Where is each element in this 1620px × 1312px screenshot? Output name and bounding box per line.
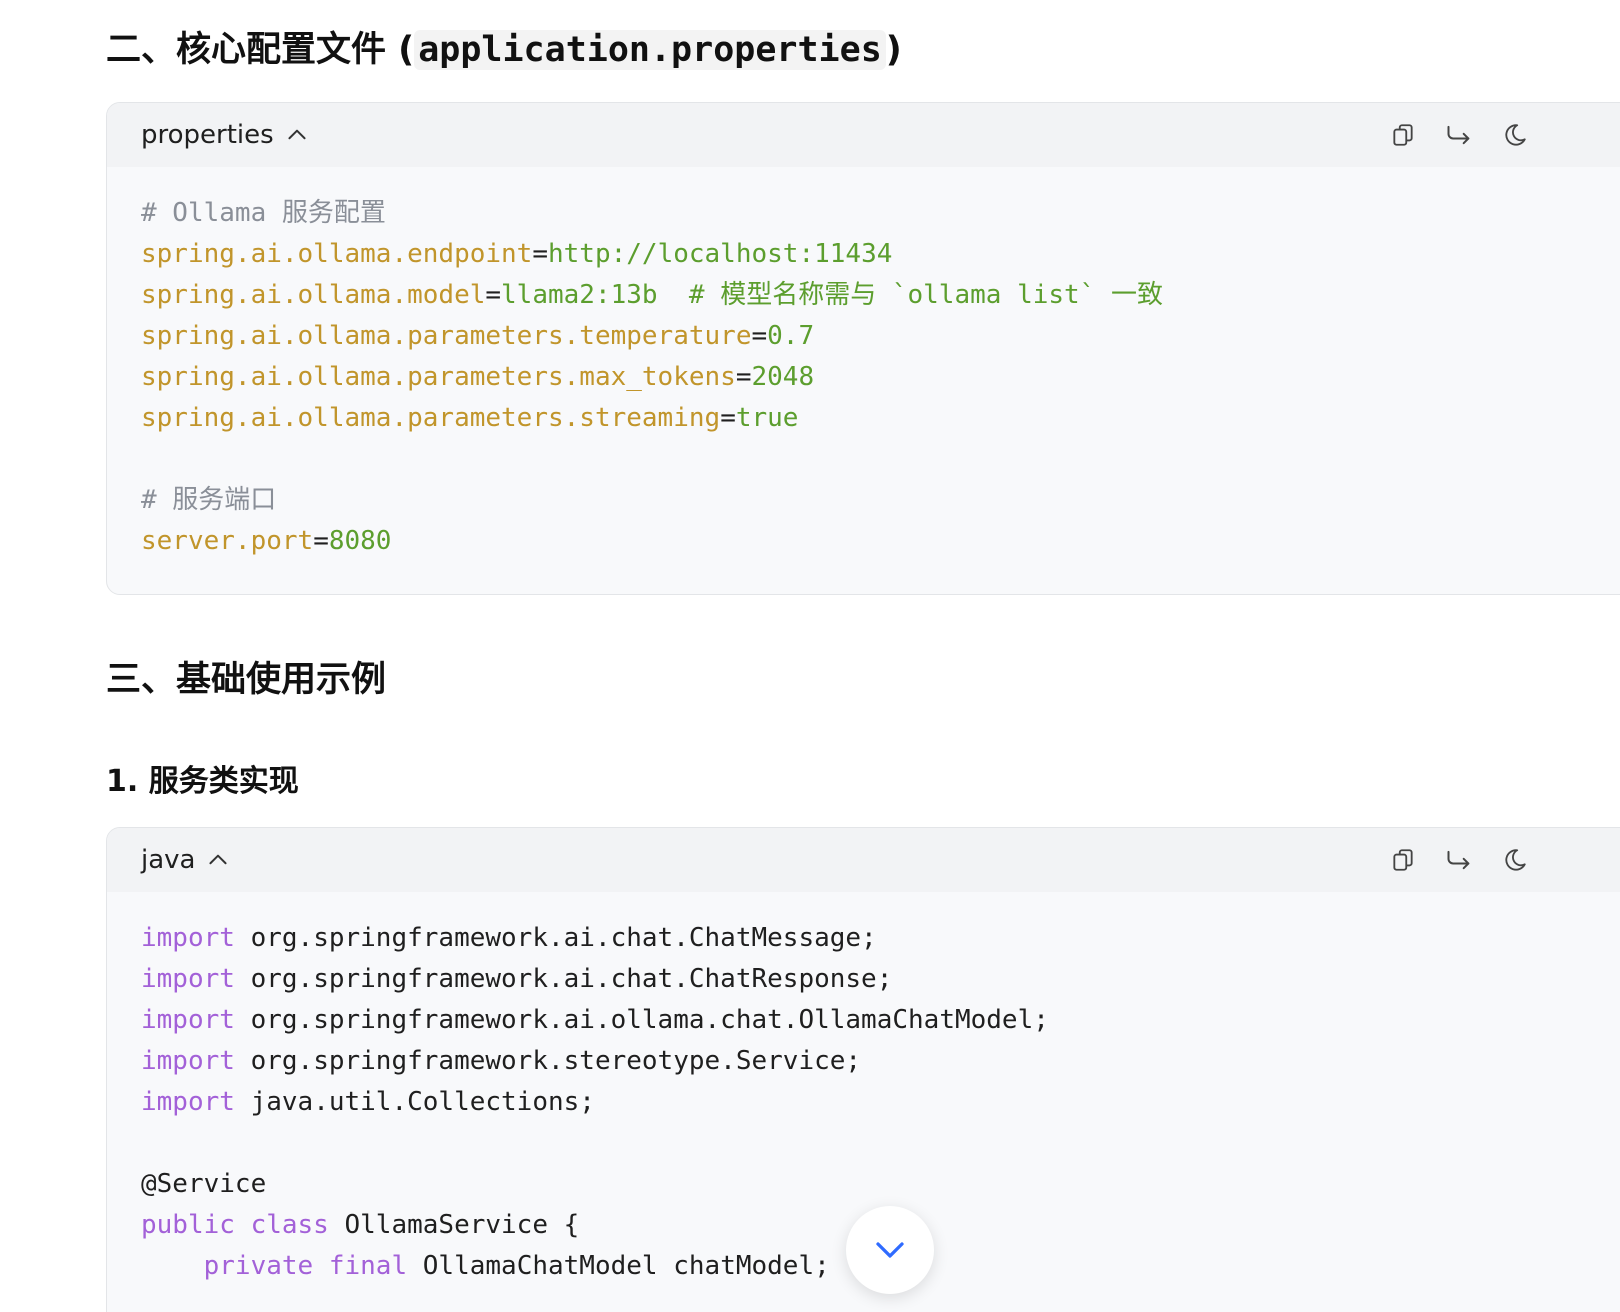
code-toolbar	[1389, 103, 1529, 167]
code-line: server.port=8080	[141, 521, 1613, 562]
moon-icon	[1505, 849, 1526, 871]
code-comment: # 服务端口	[141, 485, 277, 515]
code-text: org.springframework.ai.ollama.chat.Ollam…	[234, 1005, 1049, 1035]
property-value: http://localhost:11434	[548, 239, 893, 269]
code-line: import org.springframework.ai.chat.ChatM…	[141, 918, 1613, 959]
code-line: # Ollama 服务配置	[141, 193, 1613, 234]
code-keyword: private final	[203, 1251, 408, 1281]
equals-sign: =	[532, 239, 548, 269]
code-line: import org.springframework.ai.ollama.cha…	[141, 1000, 1613, 1041]
code-line: spring.ai.ollama.model=llama2:13b # 模型名称…	[141, 275, 1613, 316]
section-heading-config: 二、核心配置文件 (application.properties)	[106, 28, 902, 72]
code-block-header: java	[107, 828, 1620, 892]
code-block-properties: properties # Ollama 服务配置 spring.ai.ollama…	[106, 102, 1620, 595]
property-key: spring.ai.ollama.parameters.temperature	[141, 321, 752, 351]
wrap-button[interactable]	[1445, 121, 1473, 149]
code-lang-label: properties	[141, 120, 274, 150]
inline-comment: # 模型名称需与 `ollama list` 一致	[657, 280, 1163, 310]
property-key: spring.ai.ollama.endpoint	[141, 239, 533, 269]
copy-icon	[1393, 124, 1413, 146]
code-comment: # Ollama 服务配置	[141, 198, 386, 228]
equals-sign: =	[751, 321, 768, 351]
copy-icon	[1393, 849, 1413, 871]
property-key: spring.ai.ollama.model	[141, 280, 486, 310]
wrap-button[interactable]	[1445, 846, 1473, 874]
code-line: @Service	[141, 1164, 1613, 1205]
theme-toggle-button[interactable]	[1501, 846, 1529, 874]
code-lang-label: java	[141, 845, 196, 875]
code-line: spring.ai.ollama.parameters.max_tokens=2…	[141, 357, 1613, 398]
code-text: org.springframework.ai.chat.ChatMessage;	[234, 923, 877, 953]
code-text: OllamaService {	[328, 1210, 580, 1240]
property-key: server.port	[141, 526, 314, 556]
code-lang-toggle[interactable]: java	[141, 828, 231, 892]
property-value: llama2:13b	[501, 280, 658, 310]
code-block-header: properties	[107, 103, 1620, 167]
code-line: import java.util.Collections;	[141, 1082, 1613, 1123]
copy-button[interactable]	[1389, 121, 1417, 149]
code-line: import org.springframework.ai.chat.ChatR…	[141, 959, 1613, 1000]
code-keyword: import	[141, 1046, 235, 1076]
subsection-heading-service: 1. 服务类实现	[106, 764, 299, 799]
code-keyword: import	[141, 923, 235, 953]
code-body-properties: # Ollama 服务配置 spring.ai.ollama.endpoint=h…	[107, 167, 1620, 562]
copy-button[interactable]	[1389, 846, 1417, 874]
property-value: 0.7	[767, 321, 815, 351]
scroll-to-bottom-button[interactable]	[846, 1206, 934, 1294]
code-keyword: public class	[141, 1210, 329, 1240]
code-text: org.springframework.ai.chat.ChatResponse…	[234, 964, 893, 994]
wrap-icon	[1447, 850, 1470, 870]
code-line: spring.ai.ollama.parameters.streaming=tr…	[141, 398, 1613, 439]
code-toolbar	[1389, 828, 1529, 892]
code-lang-toggle[interactable]: properties	[141, 103, 310, 167]
property-key: spring.ai.ollama.parameters.streaming	[141, 403, 721, 433]
theme-toggle-button[interactable]	[1501, 121, 1529, 149]
code-keyword: import	[141, 1005, 235, 1035]
code-line: # 服务端口	[141, 480, 1613, 521]
equals-sign: =	[313, 526, 329, 556]
code-annotation: @Service	[141, 1169, 267, 1199]
wrap-icon	[1447, 125, 1470, 145]
code-text: org.springframework.stereotype.Service;	[234, 1046, 862, 1076]
chevron-up-icon	[288, 129, 306, 140]
moon-icon	[1505, 124, 1526, 146]
property-value: 2048	[751, 362, 815, 392]
code-keyword: import	[141, 964, 235, 994]
section-heading-suffix: )	[885, 30, 902, 70]
code-text: OllamaChatModel chatModel;	[407, 1251, 830, 1281]
code-keyword: import	[141, 1087, 235, 1117]
equals-sign: =	[485, 280, 502, 310]
code-line: spring.ai.ollama.endpoint=http://localho…	[141, 234, 1613, 275]
code-line: spring.ai.ollama.parameters.temperature=…	[141, 316, 1613, 357]
section-heading-examples: 三、基础使用示例	[106, 660, 387, 700]
code-line: import org.springframework.stereotype.Se…	[141, 1041, 1613, 1082]
inline-code-filename: application.properties	[414, 30, 886, 70]
page: 二、核心配置文件 (application.properties) proper…	[0, 0, 1620, 1312]
property-value: 8080	[328, 526, 392, 556]
section-heading-prefix: 二、核心配置文件 (	[106, 30, 415, 70]
equals-sign: =	[720, 403, 736, 433]
property-value: true	[735, 403, 799, 433]
chevron-up-icon	[209, 854, 228, 865]
code-text: java.util.Collections;	[234, 1087, 595, 1117]
equals-sign: =	[735, 362, 752, 392]
chevron-down-icon	[876, 1242, 904, 1258]
property-key: spring.ai.ollama.parameters.max_tokens	[141, 362, 736, 392]
